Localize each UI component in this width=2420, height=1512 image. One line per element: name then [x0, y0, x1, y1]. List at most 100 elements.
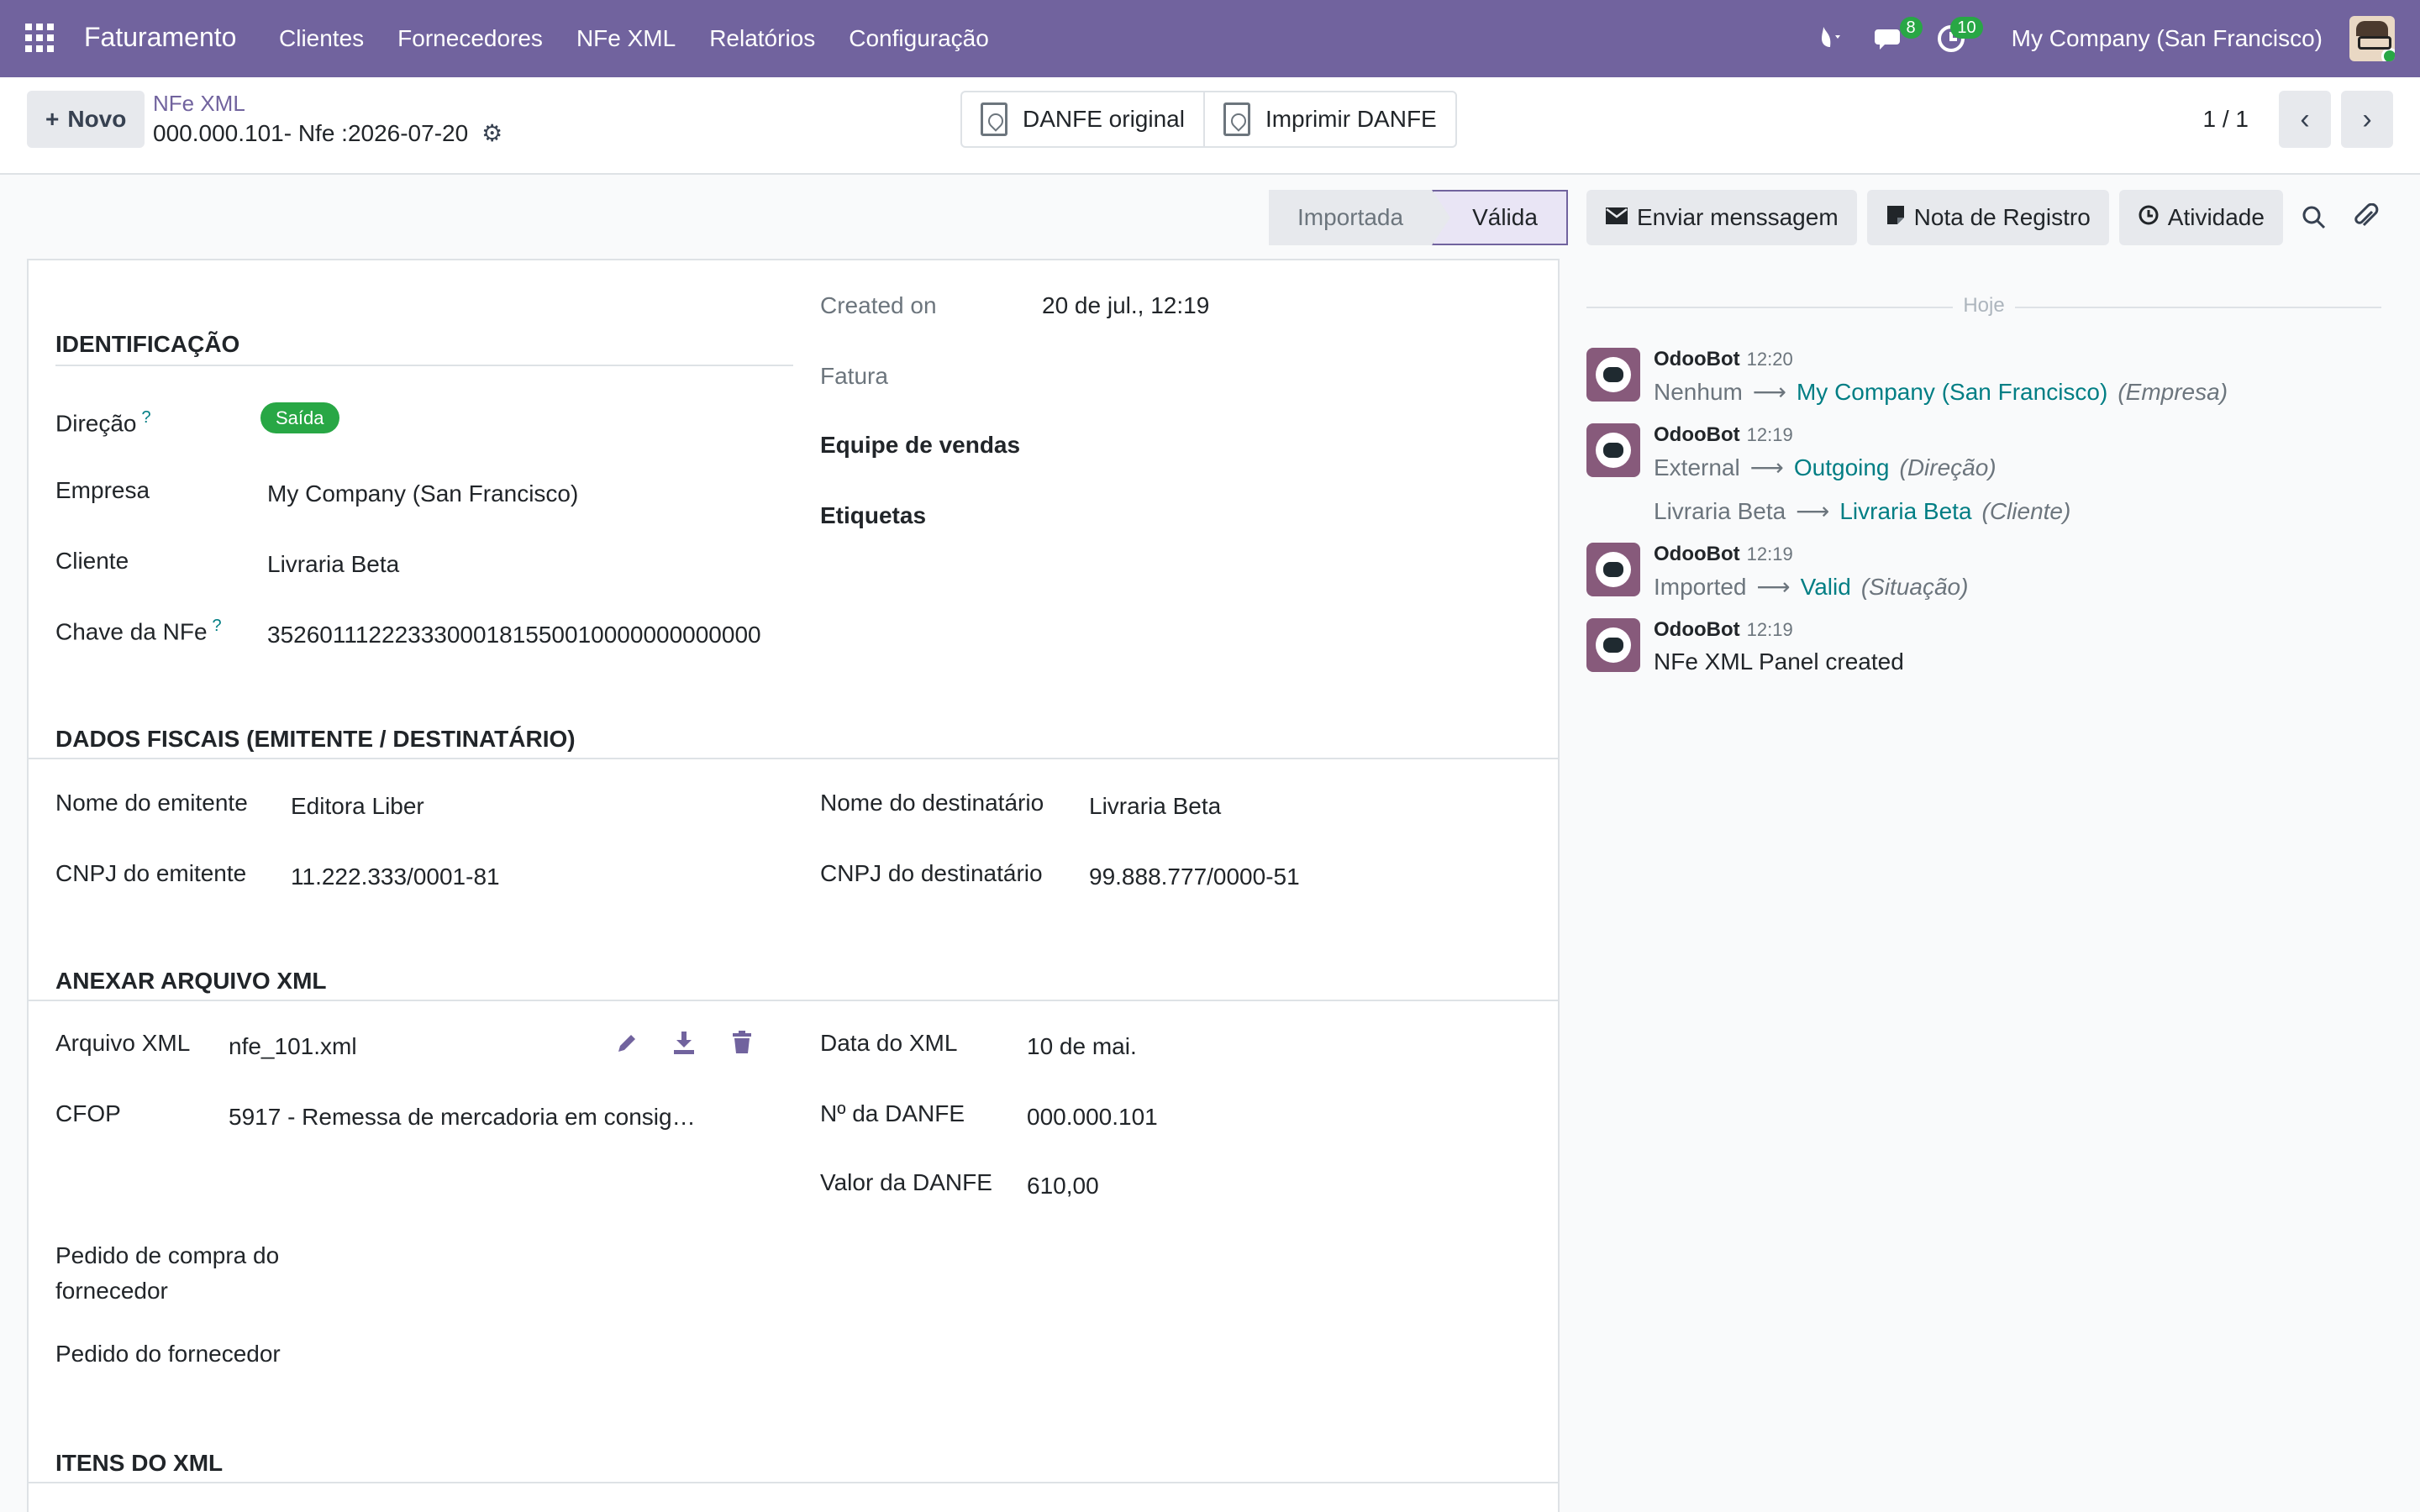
chatter-message: OdooBot 12:19 External ⟶ Outgoing (Direção) … [1586, 423, 2381, 533]
chatter-toolbar: Enviar menssagem Nota de Registro Ativid… [1586, 190, 2387, 245]
chatter-message: OdooBot 12:19 Imported ⟶ Valid (Situação) [1586, 543, 2381, 610]
section-divider [29, 1000, 1558, 1001]
section-divider [29, 1482, 1558, 1483]
online-status-icon [2381, 48, 2395, 61]
breadcrumb-parent[interactable]: NFe XML [153, 91, 245, 117]
menu-item-relatorios[interactable]: Relatórios [709, 25, 815, 52]
chatter-message: OdooBot 12:19 NFe XML Panel created [1586, 618, 2381, 685]
data-xml-field[interactable]: 10 de mai. [1027, 1033, 1137, 1060]
cliente-field[interactable]: Livraria Beta [267, 551, 399, 578]
apps-menu-icon[interactable] [25, 24, 54, 52]
section-fiscais-title: DADOS FISCAIS (EMITENTE / DESTINATÁRIO) [55, 726, 576, 752]
pedido-fornecedor-label: Pedido do fornecedor [55, 1341, 281, 1367]
nome-destinatario-label: Nome do destinatário [820, 790, 1044, 816]
message-author: OdooBot 12:19 [1654, 618, 1793, 641]
valor-danfe-label: Valor da DANFE [820, 1169, 992, 1195]
nome-destinatario-field[interactable]: Livraria Beta [1089, 793, 1221, 820]
company-switcher[interactable]: My Company (San Francisco) [2012, 25, 2323, 52]
menu-item-configuracao[interactable]: Configuração [849, 25, 989, 52]
valor-danfe-field[interactable]: 610,00 [1027, 1173, 1099, 1200]
arquivo-xml-label: Arquivo XML [55, 1030, 191, 1056]
log-note-button[interactable]: Nota de Registro [1866, 190, 2109, 245]
message-author: OdooBot 12:20 [1654, 348, 1793, 370]
help-icon[interactable]: ? [141, 408, 150, 427]
danfe-original-button[interactable]: DANFE original [962, 92, 1203, 146]
equipe-vendas-label: Equipe de vendas [820, 432, 1021, 458]
empresa-field[interactable]: My Company (San Francisco) [267, 480, 578, 507]
print-danfe-button[interactable]: Imprimir DANFE [1202, 92, 1455, 146]
plus-icon: + [45, 106, 60, 132]
new-button[interactable]: + Novo [27, 91, 145, 148]
created-on-label: Created on [820, 292, 937, 318]
note-icon [1886, 204, 1906, 232]
created-on-value: 20 de jul., 12:19 [1042, 292, 1210, 318]
pdf-icon [981, 102, 1007, 136]
paperclip-icon[interactable] [2345, 190, 2387, 245]
tracking-line: Imported ⟶ Valid (Situação) [1654, 574, 1969, 600]
trash-icon[interactable] [731, 1030, 753, 1061]
pdf-icon [1223, 102, 1250, 136]
edit-pencil-icon[interactable] [615, 1032, 639, 1061]
section-divider [29, 758, 1558, 759]
arrow-right-icon: ⟶ [1749, 454, 1784, 480]
gear-icon[interactable]: ⚙ [481, 119, 502, 147]
menu-item-fornecedores[interactable]: Fornecedores [397, 25, 543, 52]
activities-count-badge: 10 [1950, 17, 1983, 39]
pager-value[interactable]: 1 / 1 [2203, 106, 2249, 133]
odoobot-avatar[interactable] [1586, 348, 1640, 402]
search-icon[interactable] [2293, 190, 2335, 245]
cfop-label: CFOP [55, 1100, 121, 1126]
activity-button[interactable]: Atividade [2118, 190, 2283, 245]
odoobot-avatar[interactable] [1586, 618, 1640, 672]
menu-item-nfe-xml[interactable]: NFe XML [576, 25, 676, 52]
direcao-badge: Saída [260, 402, 339, 433]
activities-icon[interactable]: 10 [1934, 17, 1983, 55]
navbar-systray: 8 10 My Company (San Francisco) [1813, 0, 2395, 77]
debug-icon[interactable] [1813, 22, 1847, 55]
help-icon[interactable]: ? [213, 617, 222, 635]
today-label: Hoje [1963, 294, 2005, 317]
status-importada[interactable]: Importada [1269, 190, 1433, 245]
section-anexar-title: ANEXAR ARQUIVO XML [55, 968, 327, 994]
status-valida[interactable]: Válida [1432, 190, 1568, 245]
menu-item-clientes[interactable]: Clientes [279, 25, 364, 52]
status-bar: Importada Válida [1269, 190, 1568, 245]
app-name[interactable]: Faturamento [84, 22, 236, 53]
section-itens-title: ITENS DO XML [55, 1450, 224, 1476]
breadcrumb-current: 000.000.101- Nfe :2026-07-20 ⚙ [153, 119, 502, 147]
arquivo-xml-field[interactable]: nfe_101.xml [229, 1033, 357, 1060]
num-danfe-field[interactable]: 000.000.101 [1027, 1104, 1158, 1131]
pager-previous-button[interactable]: ‹ [2279, 91, 2331, 148]
cliente-label: Cliente [55, 548, 129, 574]
message-author: OdooBot 12:19 [1654, 543, 1793, 565]
direcao-field[interactable]: Saída [260, 402, 339, 433]
etiquetas-label: Etiquetas [820, 502, 927, 528]
tracking-line: Nenhum ⟶ My Company (San Francisco) (Empres… [1654, 379, 2228, 405]
messages-icon[interactable]: 8 [1874, 17, 1923, 55]
user-avatar[interactable] [2349, 16, 2395, 61]
download-icon[interactable] [672, 1030, 696, 1061]
control-panel: + Novo NFe XML 000.000.101- Nfe :2026-07… [0, 77, 2420, 175]
odoobot-avatar[interactable] [1586, 543, 1640, 596]
top-navbar: Faturamento Clientes Fornecedores NFe XM… [0, 0, 2420, 77]
cnpj-emitente-label: CNPJ do emitente [55, 860, 247, 886]
arrow-right-icon: ⟶ [1756, 574, 1791, 600]
cfop-field[interactable]: 5917 - Remessa de mercadoria em consig… [229, 1104, 750, 1131]
today-separator: Hoje [1586, 294, 2381, 319]
pager-next-button[interactable]: › [2341, 91, 2393, 148]
odoobot-avatar[interactable] [1586, 423, 1640, 477]
tracking-line: Livraria Beta ⟶ Livraria Beta (Cliente) [1654, 498, 2071, 524]
message-body: NFe XML Panel created [1654, 648, 1904, 675]
record-title: 000.000.101- Nfe :2026-07-20 [153, 119, 469, 146]
message-author: OdooBot 12:19 [1654, 423, 1793, 446]
envelope-icon [1605, 204, 1628, 231]
chave-nfe-field[interactable]: 35260111222333000181550010000000000000 [267, 622, 790, 648]
cnpj-emitente-field[interactable]: 11.222.333/0001-81 [291, 864, 500, 890]
num-danfe-label: Nº da DANFE [820, 1100, 965, 1126]
arrow-right-icon: ⟶ [1796, 498, 1830, 524]
chatter-message: OdooBot 12:20 Nenhum ⟶ My Company (San Fran… [1586, 348, 2381, 415]
fatura-label: Fatura [820, 363, 888, 389]
cnpj-destinatario-field[interactable]: 99.888.777/0000-51 [1089, 864, 1300, 890]
send-message-button[interactable]: Enviar menssagem [1586, 190, 1857, 245]
nome-emitente-field[interactable]: Editora Liber [291, 793, 424, 820]
